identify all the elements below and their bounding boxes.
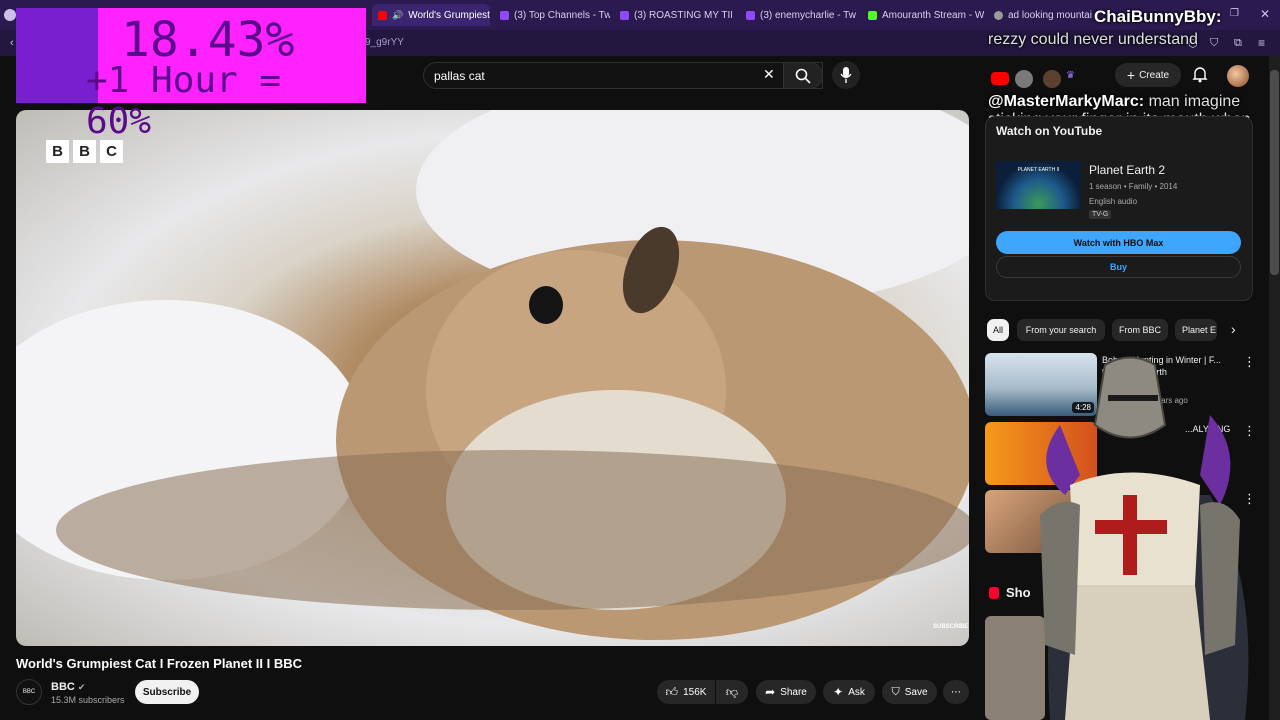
tab-label: (3) Top Channels - Twit — [514, 9, 610, 21]
tab-twitch-enemycharlie[interactable]: (3) enemycharlie - Twitc × — [740, 4, 856, 26]
chat-message: rezzy could never understand — [988, 31, 1198, 48]
ask-label: Ask — [848, 686, 865, 698]
show-thumbnail[interactable]: PLANET EARTH II — [996, 161, 1081, 209]
tab-label: World's Grumpiest — [408, 9, 490, 21]
chip-from-your-search[interactable]: From your search — [1017, 319, 1105, 341]
browser-menu-icon[interactable] — [4, 9, 16, 21]
logo-letter: C — [100, 140, 123, 163]
show-meta: 1 season • Family • 2014 — [1089, 182, 1178, 191]
subscriber-count: 15.3M subscribers — [51, 695, 125, 705]
search-icon — [795, 68, 811, 84]
tab-label: Amouranth Stream - W — [882, 9, 984, 21]
tab-youtube-video[interactable]: 🔊 World's Grumpiest × — [372, 4, 490, 26]
subscribe-watermark[interactable]: SUBSCRIBE — [933, 624, 968, 630]
twitch-icon — [620, 10, 629, 20]
tab-icon — [994, 10, 1003, 20]
chevron-right-icon[interactable]: › — [1231, 321, 1236, 337]
ask-button[interactable]: ✦ Ask — [823, 680, 875, 704]
show-audio: English audio — [1089, 197, 1138, 206]
notifications-bell-icon[interactable] — [1192, 66, 1208, 88]
plus-icon: + — [1126, 67, 1136, 83]
voice-search-button[interactable] — [832, 61, 860, 89]
like-button[interactable]: 👍︎ 156K — [657, 680, 715, 704]
video-frame-animal — [16, 110, 969, 640]
more-horizontal-icon: ⋯ — [951, 686, 961, 698]
bookmark-icon: ⛉ — [891, 685, 900, 698]
chip-from-bbc[interactable]: From BBC — [1112, 319, 1168, 341]
logo-letter: B — [46, 140, 69, 163]
url-text[interactable]: 9_g9rYY — [365, 37, 404, 48]
logo-letter: B — [73, 140, 96, 163]
thumbnail-title: PLANET EARTH II — [1017, 167, 1060, 173]
share-icon: ➦ — [765, 685, 776, 699]
bbc-watermark-logo: B B C — [46, 140, 123, 163]
search-input[interactable]: pallas cat — [434, 69, 485, 83]
close-window-icon[interactable]: ✕ — [1260, 7, 1270, 21]
share-label: Share — [780, 686, 807, 698]
crown-icon[interactable]: ♛ — [1066, 70, 1075, 81]
subscribe-button[interactable]: Subscribe — [135, 680, 199, 704]
dislike-button[interactable]: 👎︎ — [716, 680, 748, 704]
extension-avatar-icon[interactable] — [1043, 70, 1061, 88]
search-button[interactable] — [783, 62, 823, 89]
save-button[interactable]: ⛉ Save — [882, 680, 937, 704]
tab-label: (3) enemycharlie - Twitc — [760, 9, 856, 21]
scrollbar-thumb[interactable] — [1270, 70, 1279, 275]
stream-goal-widget: 18.43% +1 Hour = 60% — [16, 8, 366, 142]
tab-twitch-top-channels[interactable]: (3) Top Channels - Twit × — [494, 4, 610, 26]
channel-avatar-text: BBC — [22, 689, 36, 695]
knight-overlay-image — [1040, 356, 1249, 720]
goal-subtext: +1 Hour = 60% — [86, 60, 282, 142]
like-count: 156K — [683, 686, 707, 698]
channel-avatar[interactable]: BBC — [16, 679, 42, 705]
chip-all[interactable]: All — [987, 319, 1009, 341]
tab-label: (3) ROASTING MY TIM F — [634, 9, 732, 21]
back-icon[interactable]: ‹ — [10, 37, 14, 49]
speaker-icon: 🔊 — [392, 9, 404, 20]
extension-avatar-icon[interactable] — [1015, 70, 1033, 88]
sparkle-icon: ✦ — [833, 685, 844, 699]
chat-username: ChaiBunnyBby: — [1094, 7, 1222, 26]
verified-icon: ✔ — [77, 682, 86, 692]
account-avatar[interactable] — [1227, 65, 1249, 87]
shorts-icon — [989, 587, 999, 599]
chip-planet-earth[interactable]: Planet E — [1175, 319, 1217, 341]
watch-hbo-button[interactable]: Watch with HBO Max — [996, 231, 1241, 254]
video-player[interactable] — [16, 110, 969, 646]
show-title[interactable]: Planet Earth 2 — [1089, 163, 1165, 177]
channel-name[interactable]: BBC ✔ — [51, 681, 85, 693]
video-title: World's Grumpiest Cat I Frozen Planet II… — [16, 656, 302, 671]
thumbs-up-icon: 👍︎ — [665, 684, 679, 699]
twitch-icon — [500, 10, 509, 20]
channel-name-text: BBC — [51, 681, 75, 693]
restore-window-icon[interactable]: ❐ — [1230, 8, 1239, 19]
tab-twitch-roasting[interactable]: (3) ROASTING MY TIM F × — [614, 4, 732, 26]
save-label: Save — [904, 686, 928, 698]
microphone-icon — [840, 67, 852, 83]
create-label: Create — [1139, 69, 1170, 81]
twitch-icon — [746, 10, 755, 20]
share-button[interactable]: ➦ Share — [756, 680, 816, 704]
kick-icon — [868, 10, 877, 20]
more-actions-button[interactable]: ⋯ — [943, 680, 969, 704]
youtube-icon — [378, 10, 387, 20]
thumbs-down-icon: 👎︎ — [725, 684, 739, 699]
tab-kick-amouranth[interactable]: Amouranth Stream - W × — [862, 4, 984, 26]
buy-button[interactable]: Buy — [996, 256, 1241, 278]
youtube-logo-icon[interactable] — [991, 72, 1009, 85]
clear-search-icon[interactable]: ✕ — [763, 66, 775, 83]
card-heading: Watch on YouTube — [996, 124, 1103, 138]
rating-badge: TV-G — [1089, 210, 1112, 219]
chat-username: @MasterMarkyMarc: — [988, 93, 1145, 110]
tab-label: ad looking mountain c — [1008, 9, 1092, 21]
tab-mountain[interactable]: ad looking mountain c — [988, 4, 1092, 26]
create-button[interactable]: + Create — [1115, 63, 1181, 87]
